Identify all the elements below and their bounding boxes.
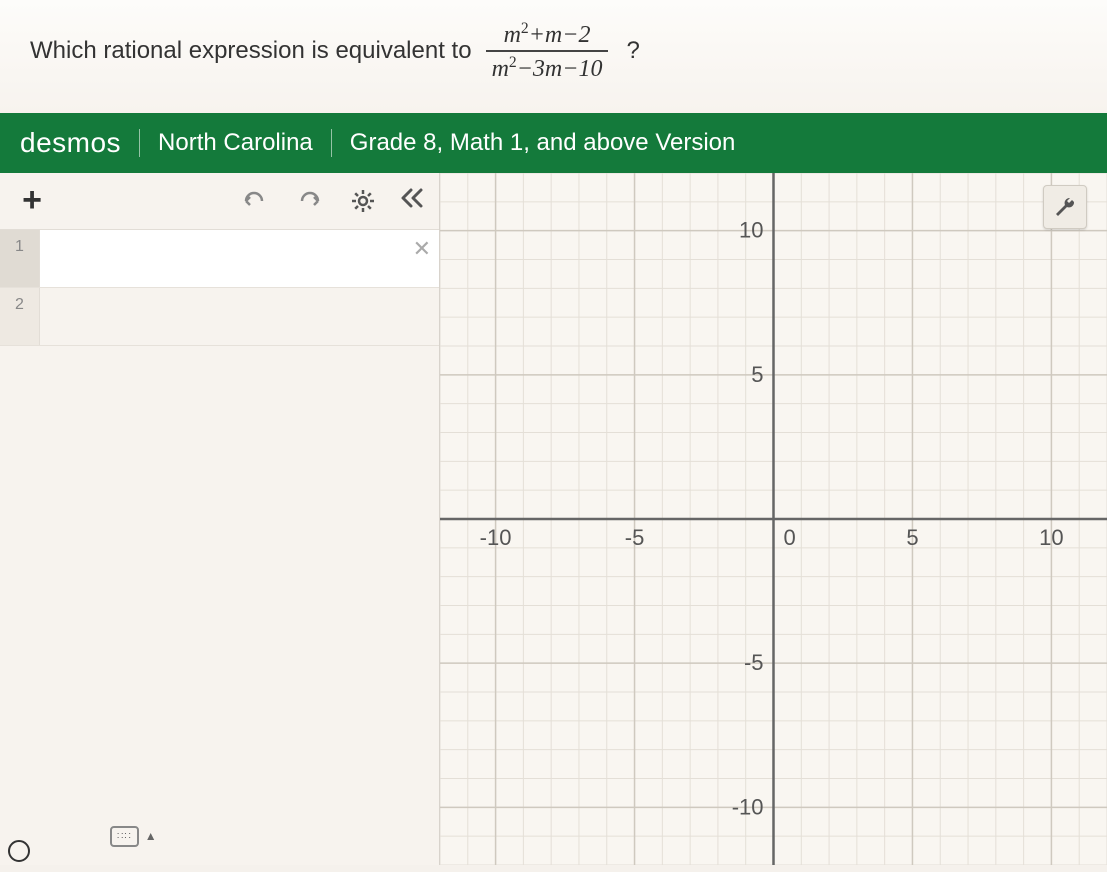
redo-button[interactable]	[291, 183, 327, 219]
graph-settings-button[interactable]	[1043, 185, 1087, 229]
keyboard-toggle-button[interactable]: ∷∷ ▲	[110, 826, 157, 847]
expression-input[interactable]: ✕	[40, 230, 439, 287]
workspace: + 1 ✕ 2	[0, 173, 1107, 865]
expression-panel: + 1 ✕ 2	[0, 173, 440, 865]
delete-expression-button[interactable]: ✕	[413, 236, 431, 262]
wrench-icon	[1053, 195, 1077, 219]
gear-icon	[351, 189, 375, 213]
expression-index: 1	[0, 230, 40, 287]
coordinate-plane[interactable]: -10 -5 0 5 10 10 5 -5 -10	[440, 173, 1107, 865]
question-mark: ?	[622, 37, 639, 65]
expression-row[interactable]: 1 ✕	[0, 230, 439, 288]
undo-icon	[242, 191, 268, 211]
redo-icon	[296, 191, 322, 211]
version-label: Grade 8, Math 1, and above Version	[350, 129, 736, 157]
question-text: Which rational expression is equivalent …	[30, 37, 472, 65]
fraction-numerator: m2+m−2	[498, 20, 597, 50]
svg-text:10: 10	[739, 217, 763, 242]
svg-text:-5: -5	[744, 650, 764, 675]
svg-text:-5: -5	[625, 525, 645, 550]
undo-button[interactable]	[237, 183, 273, 219]
desmos-header: desmos North Carolina Grade 8, Math 1, a…	[0, 113, 1107, 173]
expression-input[interactable]	[40, 288, 439, 345]
question-fraction: m2+m−2 m2−3m−10	[486, 20, 609, 83]
chevron-up-icon: ▲	[145, 829, 157, 843]
collapse-panel-button[interactable]	[399, 185, 425, 216]
svg-text:10: 10	[1039, 525, 1063, 550]
expression-index: 2	[0, 288, 40, 345]
expression-row[interactable]: 2	[0, 288, 439, 346]
svg-text:-10: -10	[480, 525, 512, 550]
desmos-logo: desmos	[20, 127, 121, 159]
expression-toolbar: +	[0, 173, 439, 230]
svg-text:5: 5	[751, 362, 763, 387]
question-prompt: Which rational expression is equivalent …	[0, 0, 1107, 113]
svg-text:-10: -10	[732, 794, 764, 819]
settings-button[interactable]	[345, 183, 381, 219]
record-indicator-icon	[8, 840, 30, 862]
header-separator	[331, 129, 332, 157]
region-label: North Carolina	[158, 129, 313, 157]
fraction-denominator: m2−3m−10	[486, 50, 609, 82]
chevron-double-left-icon	[399, 187, 425, 209]
svg-text:0: 0	[784, 525, 796, 550]
svg-text:5: 5	[906, 525, 918, 550]
graph-area[interactable]: -10 -5 0 5 10 10 5 -5 -10	[440, 173, 1107, 865]
expression-list: 1 ✕ 2	[0, 230, 439, 865]
add-expression-button[interactable]: +	[14, 183, 50, 219]
keyboard-icon: ∷∷	[110, 826, 139, 847]
header-separator	[139, 129, 140, 157]
